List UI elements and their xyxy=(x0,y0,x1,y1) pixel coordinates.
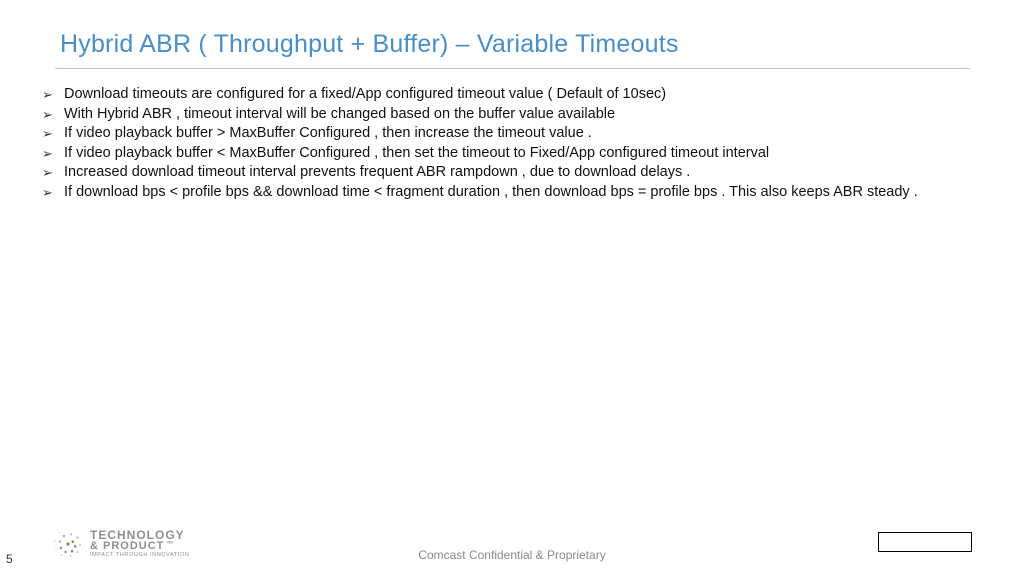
bullet-text: With Hybrid ABR , timeout interval will … xyxy=(64,105,972,125)
list-item: ➢ If download bps < profile bps && downl… xyxy=(42,183,972,203)
list-item: ➢ With Hybrid ABR , timeout interval wil… xyxy=(42,105,972,125)
bullet-text: Download timeouts are configured for a f… xyxy=(64,85,972,105)
confidential-footer: Comcast Confidential & Proprietary xyxy=(418,548,605,562)
bullet-text: If download bps < profile bps && downloa… xyxy=(64,183,972,203)
slide: Hybrid ABR ( Throughput + Buffer) – Vari… xyxy=(0,0,1024,576)
list-item: ➢ Download timeouts are configured for a… xyxy=(42,85,972,105)
list-item: ➢ If video playback buffer < MaxBuffer C… xyxy=(42,144,972,164)
bullet-text: Increased download timeout interval prev… xyxy=(64,163,972,183)
page-number: 5 xyxy=(6,552,13,566)
company-logo: TECHNOLOGY & PRODUCT™ IMPACT THROUGH INN… xyxy=(52,528,189,560)
bullet-marker-icon: ➢ xyxy=(42,144,64,163)
bullet-text: If video playback buffer > MaxBuffer Con… xyxy=(64,124,972,144)
slide-footer: TECHNOLOGY & PRODUCT™ IMPACT THROUGH INN… xyxy=(0,516,1024,566)
footer-placeholder-box xyxy=(878,532,972,552)
bullet-text: If video playback buffer < MaxBuffer Con… xyxy=(64,144,972,164)
bullet-marker-icon: ➢ xyxy=(42,163,64,182)
bullet-marker-icon: ➢ xyxy=(42,85,64,104)
swirl-icon xyxy=(52,528,84,560)
logo-line2-text: & PRODUCT xyxy=(90,540,164,552)
title-underline xyxy=(55,68,970,69)
logo-text-block: TECHNOLOGY & PRODUCT™ IMPACT THROUGH INN… xyxy=(90,529,189,559)
slide-title: Hybrid ABR ( Throughput + Buffer) – Vari… xyxy=(60,30,679,59)
logo-tagline: IMPACT THROUGH INNOVATION xyxy=(90,553,189,559)
bullet-marker-icon: ➢ xyxy=(42,105,64,124)
bullet-marker-icon: ➢ xyxy=(42,183,64,202)
list-item: ➢ If video playback buffer > MaxBuffer C… xyxy=(42,124,972,144)
bullet-marker-icon: ➢ xyxy=(42,124,64,143)
logo-line2: & PRODUCT™ xyxy=(90,541,189,552)
list-item: ➢ Increased download timeout interval pr… xyxy=(42,163,972,183)
trademark-symbol: ™ xyxy=(166,541,174,548)
bullet-list: ➢ Download timeouts are configured for a… xyxy=(42,85,972,202)
